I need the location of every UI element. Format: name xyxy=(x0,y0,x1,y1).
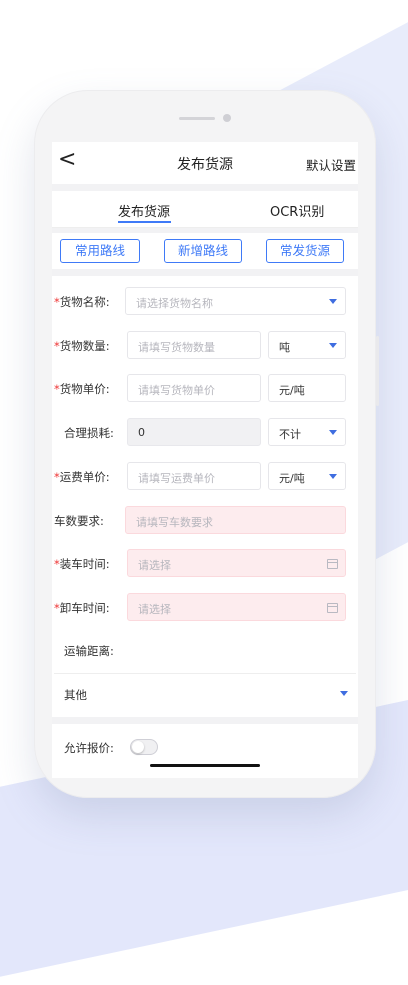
loss-label: 合理损耗: xyxy=(64,426,114,440)
section-gap xyxy=(52,269,358,276)
add-route-button[interactable]: 新增路线 xyxy=(164,239,242,263)
goods-qty-input[interactable]: 请填写货物数量 xyxy=(127,331,261,359)
truck-req-label: 车数要求: xyxy=(54,514,104,528)
goods-name-label: *货物名称: xyxy=(54,295,110,309)
goods-qty-label: *货物数量: xyxy=(54,339,110,353)
home-indicator xyxy=(150,764,260,767)
freight-unit-select[interactable]: 元/吨 xyxy=(268,462,346,490)
freight-price-label: *运费单价: xyxy=(54,470,110,484)
speaker-slot xyxy=(179,117,215,120)
tab-bar: 发布货源 OCR识别 xyxy=(52,191,358,228)
loss-mode-select[interactable]: 不计 xyxy=(268,418,346,446)
dropdown-arrow-icon xyxy=(340,691,348,696)
calendar-icon xyxy=(327,603,338,613)
tab-ocr[interactable]: OCR识别 xyxy=(270,201,324,220)
form-row-distance: 运输距离: xyxy=(52,636,358,664)
allow-quote-label: 允许报价: xyxy=(64,741,114,755)
loss-input[interactable]: 0 xyxy=(127,418,261,446)
unload-time-picker[interactable]: 请选择 xyxy=(127,593,346,621)
freight-price-input[interactable]: 请填写运费单价 xyxy=(127,462,261,490)
form-row-load-time: *装车时间: 请选择 xyxy=(52,549,358,577)
goods-price-label: *货物单价: xyxy=(54,382,110,396)
active-tab-indicator xyxy=(118,221,171,223)
goods-price-unit: 元/吨 xyxy=(268,374,346,402)
allow-quote-toggle[interactable] xyxy=(130,739,158,755)
form-row-other[interactable]: 其他 xyxy=(52,680,358,708)
dropdown-arrow-icon xyxy=(329,430,337,435)
form-row-goods-qty: *货物数量: 请填写货物数量 吨 xyxy=(52,331,358,359)
form-row-goods-name: *货物名称: 请选择货物名称 xyxy=(52,287,358,315)
load-time-picker[interactable]: 请选择 xyxy=(127,549,346,577)
goods-price-input[interactable]: 请填写货物单价 xyxy=(127,374,261,402)
toggle-knob xyxy=(132,741,144,753)
row-divider xyxy=(54,673,356,674)
form-row-truck-req: 车数要求: 请填写车数要求 xyxy=(52,506,358,534)
front-camera-icon xyxy=(223,114,231,122)
dropdown-arrow-icon xyxy=(329,474,337,479)
form-row-allow-quote: 允许报价: xyxy=(52,732,358,760)
quick-button-row: 常用路线 新增路线 常发货源 xyxy=(52,233,358,269)
common-route-button[interactable]: 常用路线 xyxy=(60,239,140,263)
unload-time-label: *卸车时间: xyxy=(54,601,110,615)
section-gap xyxy=(52,184,358,191)
nav-bar: < 发布货源 默认设置 xyxy=(52,142,358,184)
dropdown-arrow-icon xyxy=(329,343,337,348)
load-time-label: *装车时间: xyxy=(54,557,110,571)
goods-qty-unit-select[interactable]: 吨 xyxy=(268,331,346,359)
form-row-freight-price: *运费单价: 请填写运费单价 元/吨 xyxy=(52,462,358,490)
dropdown-arrow-icon xyxy=(329,299,337,304)
form-row-unload-time: *卸车时间: 请选择 xyxy=(52,593,358,621)
side-button xyxy=(376,336,379,406)
calendar-icon xyxy=(327,559,338,569)
frequent-goods-button[interactable]: 常发货源 xyxy=(266,239,344,263)
phone-frame: < 发布货源 默认设置 发布货源 OCR识别 常用路线 新增路线 常发货源 *货… xyxy=(34,90,379,798)
other-label: 其他 xyxy=(64,688,87,702)
tab-publish[interactable]: 发布货源 xyxy=(118,201,170,220)
truck-req-input[interactable]: 请填写车数要求 xyxy=(125,506,346,534)
goods-name-select[interactable]: 请选择货物名称 xyxy=(125,287,346,315)
section-gap xyxy=(52,717,358,724)
default-settings-button[interactable]: 默认设置 xyxy=(306,155,356,174)
form-row-loss: 合理损耗: 0 不计 xyxy=(52,418,358,446)
distance-label: 运输距离: xyxy=(64,644,114,658)
form-row-goods-price: *货物单价: 请填写货物单价 元/吨 xyxy=(52,374,358,402)
app-screen: < 发布货源 默认设置 发布货源 OCR识别 常用路线 新增路线 常发货源 *货… xyxy=(52,142,358,778)
